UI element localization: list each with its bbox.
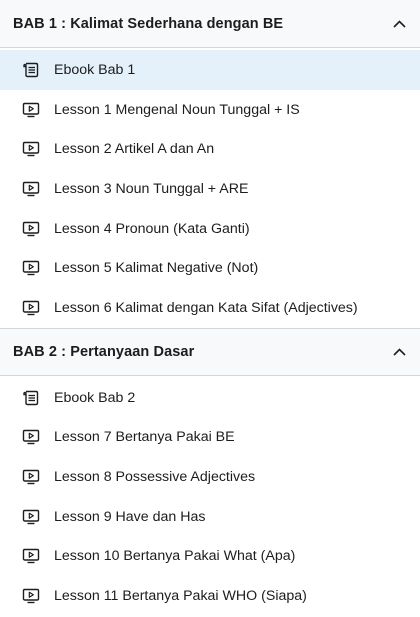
- lesson-label: Lesson 2 Artikel A dan An: [54, 141, 215, 158]
- lesson-label: Lesson 3 Noun Tunggal + ARE: [54, 180, 249, 197]
- lesson-label: Lesson 8 Possessive Adjectives: [54, 469, 256, 486]
- lesson-label: Lesson 7 Bertanya Pakai BE: [54, 429, 235, 446]
- ebook-icon: [21, 388, 41, 408]
- section-title: BAB 2 : Pertanyaan Dasar: [13, 343, 195, 360]
- lesson-label: Lesson 11 Bertanya Pakai WHO (Siapa): [54, 588, 307, 605]
- lesson-item-7[interactable]: Lesson 7 Bertanya Pakai BE: [0, 418, 420, 458]
- ebook-icon: [21, 60, 41, 80]
- video-icon: [21, 258, 41, 278]
- lesson-label: Lesson 10 Bertanya Pakai What (Apa): [54, 548, 296, 565]
- video-icon: [21, 179, 41, 199]
- lesson-label: Lesson 5 Kalimat Negative (Not): [54, 260, 259, 277]
- lesson-item-3[interactable]: Lesson 3 Noun Tunggal + ARE: [0, 169, 420, 209]
- lesson-item-10[interactable]: Lesson 10 Bertanya Pakai What (Apa): [0, 537, 420, 577]
- section-items-bab-1: Ebook Bab 1 Lesson 1 Mengenal Noun Tungg…: [0, 48, 420, 328]
- video-icon: [21, 467, 41, 487]
- chevron-up-icon[interactable]: [392, 345, 406, 359]
- video-icon: [21, 427, 41, 447]
- lesson-item-ebook-bab-2[interactable]: Ebook Bab 2: [0, 378, 420, 418]
- lesson-item-ebook-bab-1[interactable]: Ebook Bab 1: [0, 50, 420, 90]
- video-icon: [21, 139, 41, 159]
- lesson-item-2[interactable]: Lesson 2 Artikel A dan An: [0, 129, 420, 169]
- lesson-item-8[interactable]: Lesson 8 Possessive Adjectives: [0, 457, 420, 497]
- lesson-item-4[interactable]: Lesson 4 Pronoun (Kata Ganti): [0, 209, 420, 249]
- video-icon: [21, 100, 41, 120]
- section-header-bab-2[interactable]: BAB 2 : Pertanyaan Dasar: [0, 327, 420, 376]
- lesson-label: Lesson 1 Mengenal Noun Tunggal + IS: [54, 101, 300, 118]
- lesson-item-1[interactable]: Lesson 1 Mengenal Noun Tunggal + IS: [0, 90, 420, 130]
- section-title: BAB 1 : Kalimat Sederhana dengan BE: [13, 15, 284, 32]
- video-icon: [21, 507, 41, 527]
- lesson-item-11[interactable]: Lesson 11 Bertanya Pakai WHO (Siapa): [0, 576, 420, 616]
- lesson-label: Lesson 4 Pronoun (Kata Ganti): [54, 220, 250, 237]
- lesson-label: Ebook Bab 1: [54, 61, 136, 78]
- section-items-bab-2: Ebook Bab 2 Lesson 7 Bertanya Pakai BE L…: [0, 376, 420, 616]
- lesson-item-9[interactable]: Lesson 9 Have dan Has: [0, 497, 420, 537]
- lesson-item-6[interactable]: Lesson 6 Kalimat dengan Kata Sifat (Adje…: [0, 288, 420, 328]
- lesson-label: Lesson 9 Have dan Has: [54, 508, 206, 525]
- video-icon: [21, 219, 41, 239]
- video-icon: [21, 586, 41, 606]
- video-icon: [21, 546, 41, 566]
- lesson-label: Ebook Bab 2: [54, 389, 136, 406]
- section-header-bab-1[interactable]: BAB 1 : Kalimat Sederhana dengan BE: [0, 0, 420, 48]
- video-icon: [21, 298, 41, 318]
- chevron-up-icon[interactable]: [392, 17, 406, 31]
- course-content-panel: BAB 1 : Kalimat Sederhana dengan BE Eboo…: [0, 0, 420, 616]
- lesson-item-5[interactable]: Lesson 5 Kalimat Negative (Not): [0, 248, 420, 288]
- lesson-label: Lesson 6 Kalimat dengan Kata Sifat (Adje…: [54, 299, 358, 316]
